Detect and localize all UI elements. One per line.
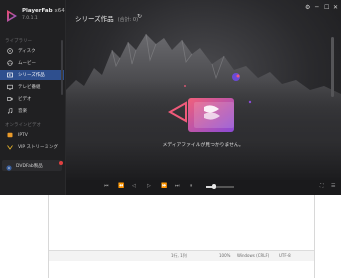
sidebar-item-music[interactable]: 音楽 bbox=[0, 106, 64, 116]
music-icon bbox=[7, 108, 13, 114]
cursor-position: 1行, 1列 bbox=[171, 253, 187, 258]
sidebar-item-tv[interactable]: テレビ番組 bbox=[0, 82, 64, 92]
sidebar-item-video[interactable]: ビデオ bbox=[0, 94, 64, 104]
item-count: (合計: 0) bbox=[117, 17, 139, 23]
sidebar-item-label: テレビ番組 bbox=[18, 85, 41, 90]
iptv-icon bbox=[7, 132, 13, 138]
volume-knob[interactable] bbox=[212, 184, 217, 189]
tv-icon bbox=[7, 84, 13, 90]
sidebar-item-label: シリーズ作品 bbox=[18, 73, 45, 78]
sidebar-item-label: IPTV bbox=[18, 132, 28, 138]
playerfab-logo bbox=[7, 10, 17, 22]
library-section-label: ライブラリー bbox=[5, 39, 32, 44]
empty-message: メディアファイルが見つかりません。 bbox=[162, 143, 244, 148]
skip-forward-icon[interactable]: ⏭ bbox=[175, 183, 180, 189]
sidebar-item-disc[interactable]: ディスク bbox=[0, 46, 64, 56]
movie-icon bbox=[7, 60, 13, 66]
fullscreen-icon[interactable]: ⛶ bbox=[320, 183, 324, 189]
notification-dot bbox=[59, 161, 63, 165]
sidebar: PlayerFab x64 7.0.1.1 ライブラリー ディスク ムービー シ… bbox=[0, 0, 66, 195]
sidebar-item-label: 音楽 bbox=[18, 109, 27, 114]
volume-slider[interactable] bbox=[206, 184, 234, 189]
player-window: PlayerFab x64 7.0.1.1 ライブラリー ディスク ムービー シ… bbox=[0, 0, 341, 195]
editor-window: 1行, 1列 100% Windows (CRLF) UTF-8 bbox=[48, 195, 315, 278]
editor-status-bar: 1行, 1列 100% Windows (CRLF) UTF-8 bbox=[49, 250, 314, 261]
sidebar-item-label: VIP ストリーミング bbox=[18, 145, 59, 150]
app-version: 7.0.1.1 bbox=[22, 16, 38, 21]
sidebar-item-label: DVDFab製品 bbox=[16, 163, 43, 169]
page-title: シリーズ作品 (合計: 0) bbox=[75, 15, 139, 23]
playlist-menu-icon[interactable]: ☰ bbox=[331, 183, 335, 189]
main-scrollbar[interactable] bbox=[331, 37, 334, 97]
sidebar-item-movie[interactable]: ムービー bbox=[0, 58, 64, 68]
dvdfab-icon bbox=[6, 156, 12, 175]
sidebar-item-label: ディスク bbox=[18, 49, 36, 54]
pause-icon[interactable]: ⏸ bbox=[190, 183, 193, 189]
app-name: PlayerFab x64 bbox=[22, 8, 65, 14]
main-content: シリーズ作品 (合計: 0) ↻ メディアファイルが見つかりません。 bbox=[66, 0, 341, 180]
encoding: UTF-8 bbox=[279, 253, 291, 258]
sidebar-scrollbar[interactable] bbox=[61, 40, 63, 95]
play-icon[interactable]: ▷ bbox=[147, 183, 151, 189]
menu-icon[interactable]: ⚙ bbox=[305, 4, 310, 11]
fast-forward-icon[interactable]: ⏩ bbox=[161, 183, 167, 189]
rewind-icon[interactable]: ⏪ bbox=[118, 183, 124, 189]
maximize-button[interactable]: ☐ bbox=[324, 4, 329, 11]
zoom-level: 100% bbox=[219, 253, 231, 258]
line-ending: Windows (CRLF) bbox=[237, 253, 270, 258]
series-icon bbox=[7, 72, 13, 78]
online-section-label: オンラインビデオ bbox=[5, 123, 41, 128]
sidebar-item-vip[interactable]: VIP ストリーミング bbox=[0, 142, 64, 152]
close-button[interactable]: ✕ bbox=[333, 4, 338, 11]
sidebar-item-dvdfab[interactable]: DVDFab製品 bbox=[2, 160, 62, 171]
vip-icon bbox=[7, 144, 13, 150]
sidebar-item-series[interactable]: シリーズ作品 bbox=[0, 70, 64, 80]
playback-controls: ⏮ ⏪ ◁ ▷ ⏩ ⏭ ⏸ 🔈 ⛶ ☰ bbox=[66, 180, 341, 195]
empty-media-illustration bbox=[167, 73, 252, 132]
minimize-button[interactable]: ─ bbox=[315, 4, 319, 11]
refresh-icon[interactable]: ↻ bbox=[137, 13, 142, 20]
disc-icon bbox=[7, 48, 13, 54]
sidebar-item-label: ムービー bbox=[18, 61, 36, 66]
prev-frame-icon[interactable]: ◁ bbox=[132, 183, 136, 189]
skip-back-icon[interactable]: ⏮ bbox=[104, 183, 109, 189]
video-icon bbox=[7, 96, 13, 102]
sidebar-item-iptv[interactable]: IPTV bbox=[0, 130, 64, 140]
sidebar-item-label: ビデオ bbox=[18, 97, 32, 102]
